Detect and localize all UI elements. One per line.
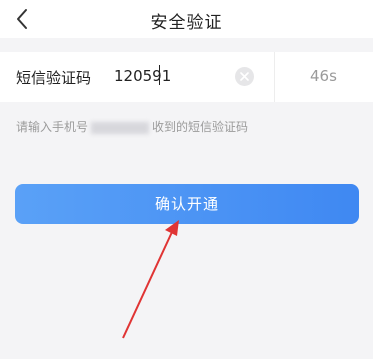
annotation-arrow xyxy=(122,220,179,339)
